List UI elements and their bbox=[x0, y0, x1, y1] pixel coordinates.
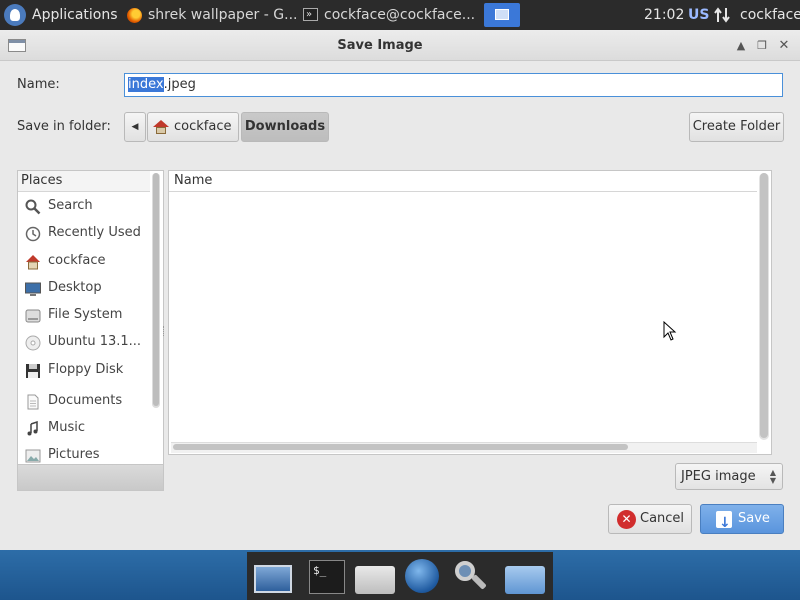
sidebar-item-label: File System bbox=[48, 307, 123, 322]
terminal-icon: $_ bbox=[309, 560, 345, 594]
clock-icon bbox=[25, 225, 41, 242]
path-button-downloads[interactable]: Downloads bbox=[241, 112, 329, 142]
sidebar-item-music[interactable]: Music bbox=[18, 414, 150, 441]
home-icon bbox=[25, 253, 41, 270]
sidebar-item-label: Desktop bbox=[48, 280, 102, 295]
keyboard-layout-indicator[interactable]: US bbox=[688, 0, 709, 30]
pictures-icon bbox=[25, 447, 41, 463]
sidebar-item-file-system[interactable]: File System bbox=[18, 301, 150, 328]
file-list-vertical-scrollbar-thumb[interactable] bbox=[760, 173, 768, 438]
save-image-dialog: Save Image ▲ ❐ ✕ Name: index.jpeg Save i… bbox=[0, 30, 800, 550]
taskbar-item-label: cockface@cockface... bbox=[324, 7, 476, 23]
globe-icon bbox=[405, 559, 439, 593]
sidebar-item-label: Ubuntu 13.1... bbox=[48, 334, 142, 349]
column-header-name[interactable]: Name bbox=[169, 171, 757, 192]
close-icon[interactable]: ✕ bbox=[776, 38, 792, 54]
dock-terminal[interactable]: $_ bbox=[305, 557, 349, 597]
filename-extension: .jpeg bbox=[163, 77, 196, 92]
updown-arrows-icon: ▲ ▼ bbox=[769, 468, 776, 485]
taskbar-item-save-dialog[interactable] bbox=[484, 3, 520, 27]
shade-icon[interactable]: ▲ bbox=[733, 38, 749, 54]
cancel-button[interactable]: ✕ Cancel bbox=[608, 504, 692, 534]
sidebar-item-ubuntu-disc[interactable]: Ubuntu 13.1... bbox=[18, 328, 150, 355]
dock-app-finder[interactable] bbox=[449, 557, 493, 597]
folder-icon bbox=[505, 566, 545, 594]
sidebar-item-label: Search bbox=[48, 198, 93, 213]
clock[interactable]: 21:02 bbox=[644, 0, 684, 30]
documents-icon bbox=[25, 393, 41, 410]
music-icon bbox=[25, 420, 41, 436]
show-desktop-icon bbox=[254, 565, 292, 593]
network-icon[interactable] bbox=[713, 0, 731, 30]
applications-menu[interactable]: Applications bbox=[0, 0, 118, 30]
sidebar-item-desktop[interactable]: Desktop bbox=[18, 274, 150, 301]
home-icon bbox=[153, 120, 169, 134]
file-list[interactable]: Name bbox=[168, 170, 772, 455]
bottom-dock: $_ bbox=[247, 552, 553, 600]
places-sidebar: Places Search Recently Used cockface Des… bbox=[17, 170, 164, 465]
dialog-title: Save Image bbox=[337, 38, 423, 53]
search-icon bbox=[25, 198, 41, 215]
sidebar-item-documents[interactable]: Documents bbox=[18, 387, 150, 414]
user-menu[interactable]: cockface bbox=[740, 0, 800, 30]
taskbar-item-terminal[interactable]: cockface@cockface... bbox=[300, 0, 476, 30]
dock-web-browser[interactable] bbox=[401, 557, 445, 597]
dock-show-desktop[interactable] bbox=[251, 557, 295, 597]
save-in-folder-label: Save in folder: bbox=[17, 119, 111, 134]
file-list-horizontal-scrollbar-thumb[interactable] bbox=[173, 444, 628, 450]
places-scrollbar-thumb[interactable] bbox=[153, 173, 159, 406]
path-button-home[interactable]: cockface bbox=[147, 112, 239, 142]
file-type-select[interactable]: JPEG image ▲ ▼ bbox=[675, 463, 783, 490]
terminal-icon bbox=[303, 0, 318, 30]
name-label: Name: bbox=[17, 77, 60, 92]
magnifier-handle bbox=[471, 574, 487, 590]
filename-input[interactable]: index.jpeg bbox=[124, 73, 783, 97]
save-button[interactable]: Save bbox=[700, 504, 784, 537]
firefox-icon bbox=[127, 8, 142, 23]
sidebar-item-recently-used[interactable]: Recently Used bbox=[18, 219, 150, 246]
applications-label: Applications bbox=[32, 7, 118, 23]
home-folder-icon bbox=[355, 566, 395, 594]
window-icon bbox=[495, 9, 509, 20]
sidebar-item-label: Music bbox=[48, 420, 85, 435]
places-header[interactable]: Places bbox=[18, 171, 150, 192]
create-folder-button[interactable]: Create Folder bbox=[689, 112, 784, 142]
cancel-icon: ✕ bbox=[617, 510, 636, 529]
path-button-label: cockface bbox=[174, 119, 232, 134]
sidebar-item-label: cockface bbox=[48, 253, 106, 268]
chevron-left-icon: ◀ bbox=[131, 122, 139, 132]
optical-disc-icon bbox=[25, 334, 41, 351]
save-button-label: Save bbox=[738, 511, 770, 526]
sidebar-item-floppy-disk[interactable]: Floppy Disk bbox=[18, 356, 150, 383]
sidebar-item-label: Floppy Disk bbox=[48, 362, 124, 377]
floppy-icon bbox=[25, 362, 41, 378]
filename-selected-text: index bbox=[128, 77, 164, 92]
sidebar-item-label: Documents bbox=[48, 393, 123, 408]
sidebar-item-label: Pictures bbox=[48, 447, 100, 462]
sidebar-item-home[interactable]: cockface bbox=[18, 247, 150, 274]
dock-file-manager[interactable] bbox=[353, 557, 397, 597]
file-type-value: JPEG image bbox=[681, 469, 756, 484]
desktop-icon bbox=[25, 280, 41, 296]
magnifier-icon bbox=[455, 561, 475, 581]
sidebar-item-search[interactable]: Search bbox=[18, 192, 150, 219]
save-download-icon bbox=[716, 509, 732, 537]
drive-icon bbox=[25, 307, 41, 323]
maximize-icon[interactable]: ❐ bbox=[754, 38, 770, 54]
cancel-button-label: Cancel bbox=[640, 511, 685, 526]
titlebar[interactable]: Save Image ▲ ❐ ✕ bbox=[0, 30, 800, 61]
path-back-button[interactable]: ◀ bbox=[124, 112, 146, 142]
taskbar-item-firefox[interactable]: shrek wallpaper - G... bbox=[124, 0, 298, 30]
taskbar-item-label: shrek wallpaper - G... bbox=[148, 7, 298, 23]
places-footer bbox=[17, 465, 164, 491]
dock-folder[interactable] bbox=[503, 557, 547, 597]
sidebar-item-label: Recently Used bbox=[48, 225, 141, 240]
top-panel: Applications shrek wallpaper - G... cock… bbox=[0, 0, 800, 30]
sidebar-item-pictures[interactable]: Pictures bbox=[18, 441, 150, 464]
xfce-mouse-icon bbox=[4, 4, 26, 26]
